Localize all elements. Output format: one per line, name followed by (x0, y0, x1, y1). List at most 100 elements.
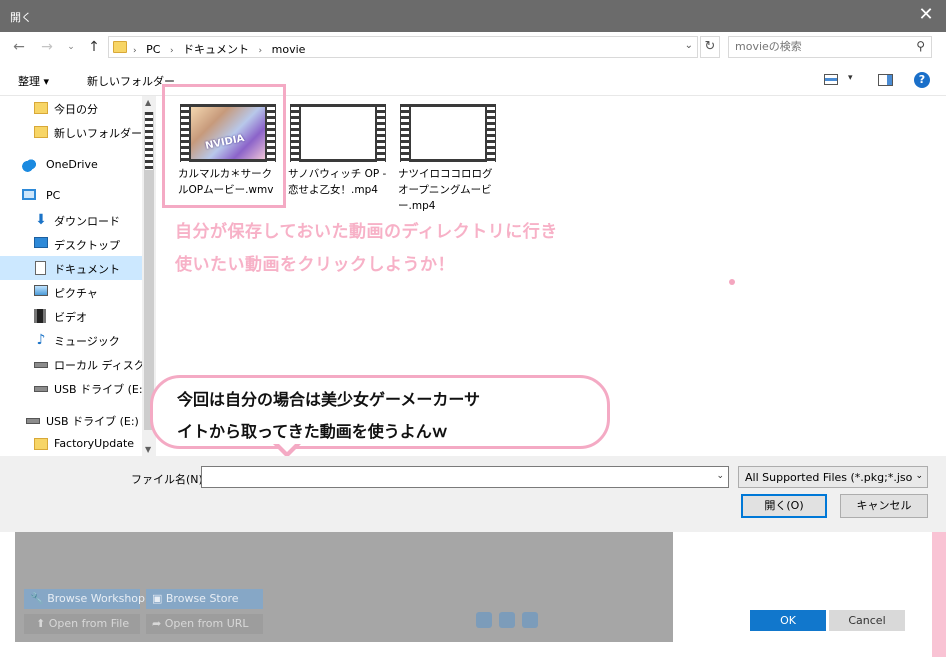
close-icon[interactable]: ✕ (906, 0, 946, 32)
annotation-pink-text: 自分が保存しておいた動画のディレクトリに行き 使いたい動画をクリックしようか！ (175, 216, 558, 282)
nav-item-label: ミュージック (54, 335, 120, 348)
background-app: 🔧 Browse Workshop ▣ Browse Store ⬆ Open … (0, 532, 946, 657)
nav-item-label: ダウンロード (54, 215, 120, 228)
filename-input[interactable]: ⌄ (201, 466, 729, 488)
search-input[interactable] (735, 40, 905, 53)
breadcrumb-documents[interactable]: ドキュメント (183, 43, 249, 56)
desktop-icon (34, 237, 48, 248)
nav-item-label: PC (46, 189, 61, 202)
nav-item-local-disk[interactable]: ローカル ディスク (C (0, 352, 142, 376)
annotation-line: 使いたい動画をクリックしようか！ (175, 255, 455, 275)
breadcrumb-pc[interactable]: PC (146, 43, 160, 56)
usb-drive-icon (34, 386, 48, 392)
nav-item-desktop[interactable]: デスクトップ (0, 232, 142, 256)
speech-line: 今回は自分の場合は美少女ゲーメーカーサ (177, 390, 481, 409)
steam-icon[interactable] (476, 612, 492, 628)
pink-strip (932, 532, 946, 657)
help-icon[interactable]: ? (914, 72, 930, 88)
search-box[interactable]: ⚲ (728, 36, 932, 58)
nav-item-new-folder[interactable]: 新しいフォルダー (1 (0, 120, 142, 144)
video-thumbnail (400, 104, 496, 162)
toolbar: 整理 ▾ 新しいフォルダー (0, 62, 946, 96)
video-thumbnail (290, 104, 386, 162)
breadcrumb-separator-icon: › (169, 46, 174, 56)
open-button[interactable]: 開く(O) (741, 494, 827, 518)
file-name: カルマルカ＊サークルOPムービー.wmv (178, 168, 274, 196)
address-bar[interactable]: › PC › ドキュメント › movie ⌄ (108, 36, 698, 58)
nav-item-today[interactable]: 今日の分 (0, 96, 142, 120)
refresh-icon[interactable]: ↻ (700, 36, 720, 58)
organize-button[interactable]: 整理 ▾ (18, 73, 49, 89)
forward-arrow-icon[interactable]: → (38, 38, 56, 56)
up-arrow-icon[interactable]: ↑ (85, 38, 103, 56)
scroll-down-icon[interactable]: ▼ (145, 445, 151, 454)
chevron-down-icon[interactable]: ⌄ (912, 471, 923, 481)
thumbnail-logo-text: NVIDIA (204, 133, 246, 152)
ok-button[interactable]: OK (750, 610, 826, 631)
video-thumbnail: NVIDIA (180, 104, 276, 162)
chevron-down-icon[interactable]: ⌄ (716, 471, 724, 481)
nav-item-label: 新しいフォルダー (1 (54, 127, 142, 140)
breadcrumb: › PC › ドキュメント › movie (133, 41, 311, 57)
download-icon: ⬇ (35, 212, 47, 228)
breadcrumb-separator-icon: › (133, 46, 137, 56)
search-icon[interactable]: ⚲ (916, 39, 925, 53)
address-dropdown-icon[interactable]: ⌄ (685, 40, 693, 51)
nav-item-onedrive[interactable]: OneDrive (0, 153, 142, 177)
folder-icon (34, 126, 48, 138)
open-from-file-button[interactable]: ⬆ Open from File (24, 614, 140, 634)
nav-item-label: ピクチャ (54, 287, 98, 300)
view-dropdown-icon[interactable]: ▾ (848, 73, 853, 83)
nav-item-label: 今日の分 (54, 103, 98, 116)
breadcrumb-movie[interactable]: movie (272, 43, 306, 56)
nav-item-downloads[interactable]: ⬇ ダウンロード (0, 208, 142, 232)
twitter-icon[interactable] (499, 612, 515, 628)
open-from-url-button[interactable]: ➦ Open from URL (146, 614, 263, 634)
preview-pane-icon[interactable] (878, 74, 893, 86)
pictures-icon (34, 285, 48, 296)
thumbnail-art: NVIDIA (191, 107, 265, 159)
nav-item-factory-update[interactable]: FactoryUpdate (0, 432, 142, 456)
browse-store-button[interactable]: ▣ Browse Store (146, 589, 263, 609)
nav-item-music[interactable]: ♪ ミュージック (0, 328, 142, 352)
speech-bubble-text: 今回は自分の場合は美少女ゲーメーカーサ イトから取ってきた動画を使うよんｗ (177, 384, 480, 448)
folder-icon (113, 41, 127, 53)
annotation-dot (729, 279, 735, 285)
nav-item-documents[interactable]: ドキュメント (0, 256, 142, 280)
nav-item-pictures[interactable]: ピクチャ (0, 280, 142, 304)
facebook-icon[interactable] (522, 612, 538, 628)
nav-item-usb-drive-root[interactable]: USB ドライブ (E:) (0, 408, 142, 432)
scroll-up-icon[interactable]: ▲ (145, 98, 151, 107)
file-name: サノバウィッチ OP - 恋せよ乙女！.mp4 (288, 168, 387, 196)
nav-item-pc[interactable]: PC (0, 184, 142, 208)
breadcrumb-separator-icon: › (258, 46, 263, 56)
nav-item-label: USB ドライブ (E:) (54, 383, 142, 396)
scroll-thumb[interactable] (144, 112, 154, 430)
folder-icon (34, 438, 48, 450)
onedrive-icon (22, 158, 36, 172)
nav-item-label: FactoryUpdate (54, 437, 135, 450)
background-cancel-button[interactable]: Cancel (829, 610, 905, 631)
address-row: ← → ⌄ ↑ › PC › ドキュメント › movie ⌄ ↻ ⚲ (0, 32, 946, 62)
browse-workshop-button[interactable]: 🔧 Browse Workshop (24, 589, 145, 609)
nav-item-videos[interactable]: ビデオ (0, 304, 142, 328)
usb-drive-icon (26, 418, 40, 424)
dialog-footer: ファイル名(N): ⌄ All Supported Files (*.pkg;*… (0, 456, 946, 532)
file-name: ナツイロココロログ オープニングムービー.mp4 (398, 168, 493, 212)
navigation-pane: 今日の分 新しいフォルダー (1 OneDrive PC ⬇ ダウンロード デス… (0, 96, 156, 456)
nav-item-label: デスクトップ (54, 239, 120, 252)
videos-icon (34, 309, 46, 323)
nav-item-usb-drive[interactable]: USB ドライブ (E:) (0, 376, 142, 400)
file-type-value: All Supported Files (*.pkg;*.jsor (745, 471, 917, 484)
bubble-tail-inner (276, 441, 298, 452)
nav-item-label: ローカル ディスク (C (54, 359, 142, 372)
cancel-button[interactable]: キャンセル (840, 494, 928, 518)
back-arrow-icon[interactable]: ← (10, 38, 28, 56)
music-icon: ♪ (36, 332, 46, 348)
recent-chevron-icon[interactable]: ⌄ (62, 38, 80, 56)
view-options-icon[interactable] (824, 74, 838, 85)
documents-icon (35, 261, 46, 275)
filename-label: ファイル名(N): (131, 473, 207, 486)
file-type-select[interactable]: All Supported Files (*.pkg;*.jsor ⌄ (738, 466, 928, 488)
window-title: 開く (10, 11, 32, 24)
